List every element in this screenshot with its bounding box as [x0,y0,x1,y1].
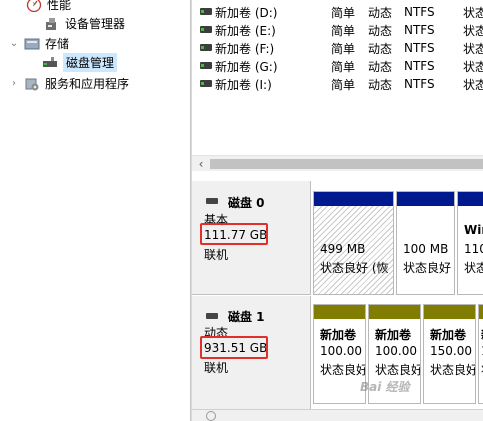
volume-layout: 简单 [331,5,356,20]
volume-icon [200,44,212,51]
volume-list: 新加卷 (D:) 简单 动态 NTFS 状态 新加卷 (E:) 简单 动态 NT… [192,0,483,155]
partition-title: 新加卷 [375,328,412,342]
scroll-left-icon[interactable]: ‹ [195,156,207,172]
volume-filesystem: NTFS [404,77,435,91]
volume-icon [200,8,212,15]
chevron-right-icon[interactable]: › [28,0,40,10]
partition-bar [397,192,454,206]
volume-layout: 简单 [331,77,356,92]
tree-item-label: 存储 [45,37,70,51]
watermark: Bai 经验 [360,380,410,394]
partition[interactable]: 100 MB 状态良好 [396,191,455,295]
disk-state: 联机 [204,361,229,375]
device-manager-icon [44,16,60,32]
partition-title: Wir [464,223,483,237]
disk-name: 磁盘 0 [228,196,265,210]
volume-name: 新加卷 (F:) [215,41,275,56]
partition-title: 新加卷 [430,328,467,342]
disk-name: 磁盘 1 [228,310,265,324]
volume-status: 状态 [463,77,483,92]
volume-status: 状态 [463,41,483,56]
storage-icon [24,36,40,52]
tree-item-label: 磁盘管理 [63,53,118,72]
volume-row[interactable]: 新加卷 (E:) 简单 动态 NTFS 状态 [192,21,483,39]
volume-type: 动态 [368,23,393,38]
volume-name: 新加卷 (D:) [215,5,278,20]
volume-layout: 简单 [331,41,356,56]
volume-filesystem: NTFS [404,23,435,37]
volume-name: 新加卷 (E:) [215,23,276,38]
volume-icon [200,62,212,69]
partition-size: 110 [464,242,483,256]
partition-size: 150.00 [430,344,472,358]
partition-bar [458,192,483,206]
volume-status: 状态 [463,59,483,74]
volume-filesystem: NTFS [404,59,435,73]
disk-icon [206,313,218,319]
volume-icon [200,80,212,87]
volume-type: 动态 [368,5,393,20]
size-highlight-box [200,223,268,245]
volume-layout: 简单 [331,23,356,38]
partition[interactable]: Wir 110 状态 [457,191,483,295]
volume-row[interactable]: 新加卷 (F:) 简单 动态 NTFS 状态 [192,39,483,57]
partition-size: 100.00 [375,344,417,358]
tree-item-label: 设备管理器 [65,17,126,31]
volume-row[interactable]: 新加卷 (D:) 简单 动态 NTFS 状态 [192,3,483,21]
partition[interactable]: 新加卷 150.00 状态良好 [423,304,476,404]
scrollbar-thumb[interactable] [210,159,483,169]
tree-item-label: 服务和应用程序 [45,77,130,91]
chevron-down-icon[interactable]: ⌄ [8,38,20,50]
chevron-right-icon[interactable]: › [8,78,20,90]
partition-bar [369,305,420,319]
partition[interactable]: 499 MB 状态良好 (恢 [313,191,394,295]
legend-icon [206,411,216,421]
volume-filesystem: NTFS [404,5,435,19]
navigation-tree: 性能 › 设备管理器 ⌄ 存储 磁盘管理 › 服务和应用程序 [0,0,190,421]
partition-size: 100.00 [320,344,362,358]
tree-item-storage[interactable]: ⌄ 存储 [8,34,69,53]
partition-size: 499 MB [320,242,366,256]
volume-type: 动态 [368,77,393,92]
volume-status: 状态 [463,5,483,20]
partition-status: 状态良好 [375,363,421,377]
legend-strip [192,409,483,421]
partition-status: 状态 [464,261,483,275]
partition-status: 状态良好 (恢 [320,261,389,275]
size-highlight-box [200,336,268,359]
partition-bar [424,305,475,319]
partition-size: 100 MB [403,242,449,256]
disk-icon [206,198,218,204]
volume-row[interactable]: 新加卷 (G:) 简单 动态 NTFS 状态 [192,57,483,75]
partition-bar [479,305,483,319]
volume-type: 动态 [368,41,393,56]
volume-name: 新加卷 (G:) [215,59,278,74]
partition-bar [314,305,365,319]
partition-bar [314,192,393,206]
volume-icon [200,26,212,33]
volume-status: 状态 [463,23,483,38]
volume-row[interactable]: 新加卷 (I:) 简单 动态 NTFS 状态 [192,75,483,93]
tree-item-label: 性能 [47,0,72,12]
partition-title: 新加卷 [320,328,357,342]
volume-type: 动态 [368,59,393,74]
disk-state: 联机 [204,248,229,262]
tree-item-services[interactable]: › 服务和应用程序 [8,74,129,93]
volume-name: 新加卷 (I:) [215,77,272,92]
partition-status: 状态良好 [403,261,452,275]
disk-management-icon [42,55,58,71]
disk-graphical-view: 磁盘 0 基本 111.77 GB 联机 499 MB 状态良好 (恢 100 … [192,181,483,421]
partition-status: 状态良好 [430,363,476,377]
tree-item-device-manager[interactable]: 设备管理器 [44,14,125,33]
volume-filesystem: NTFS [404,41,435,55]
partition-status: 状态良好 [320,363,366,377]
horizontal-scrollbar[interactable]: ‹ [192,155,483,171]
partition[interactable]: 新 15 状 [478,304,483,404]
partition[interactable]: 新加卷 100.00 状态良好 [313,304,366,404]
tree-item-disk-management[interactable]: 磁盘管理 [42,53,118,72]
volume-layout: 简单 [331,59,356,74]
services-icon [24,76,40,92]
